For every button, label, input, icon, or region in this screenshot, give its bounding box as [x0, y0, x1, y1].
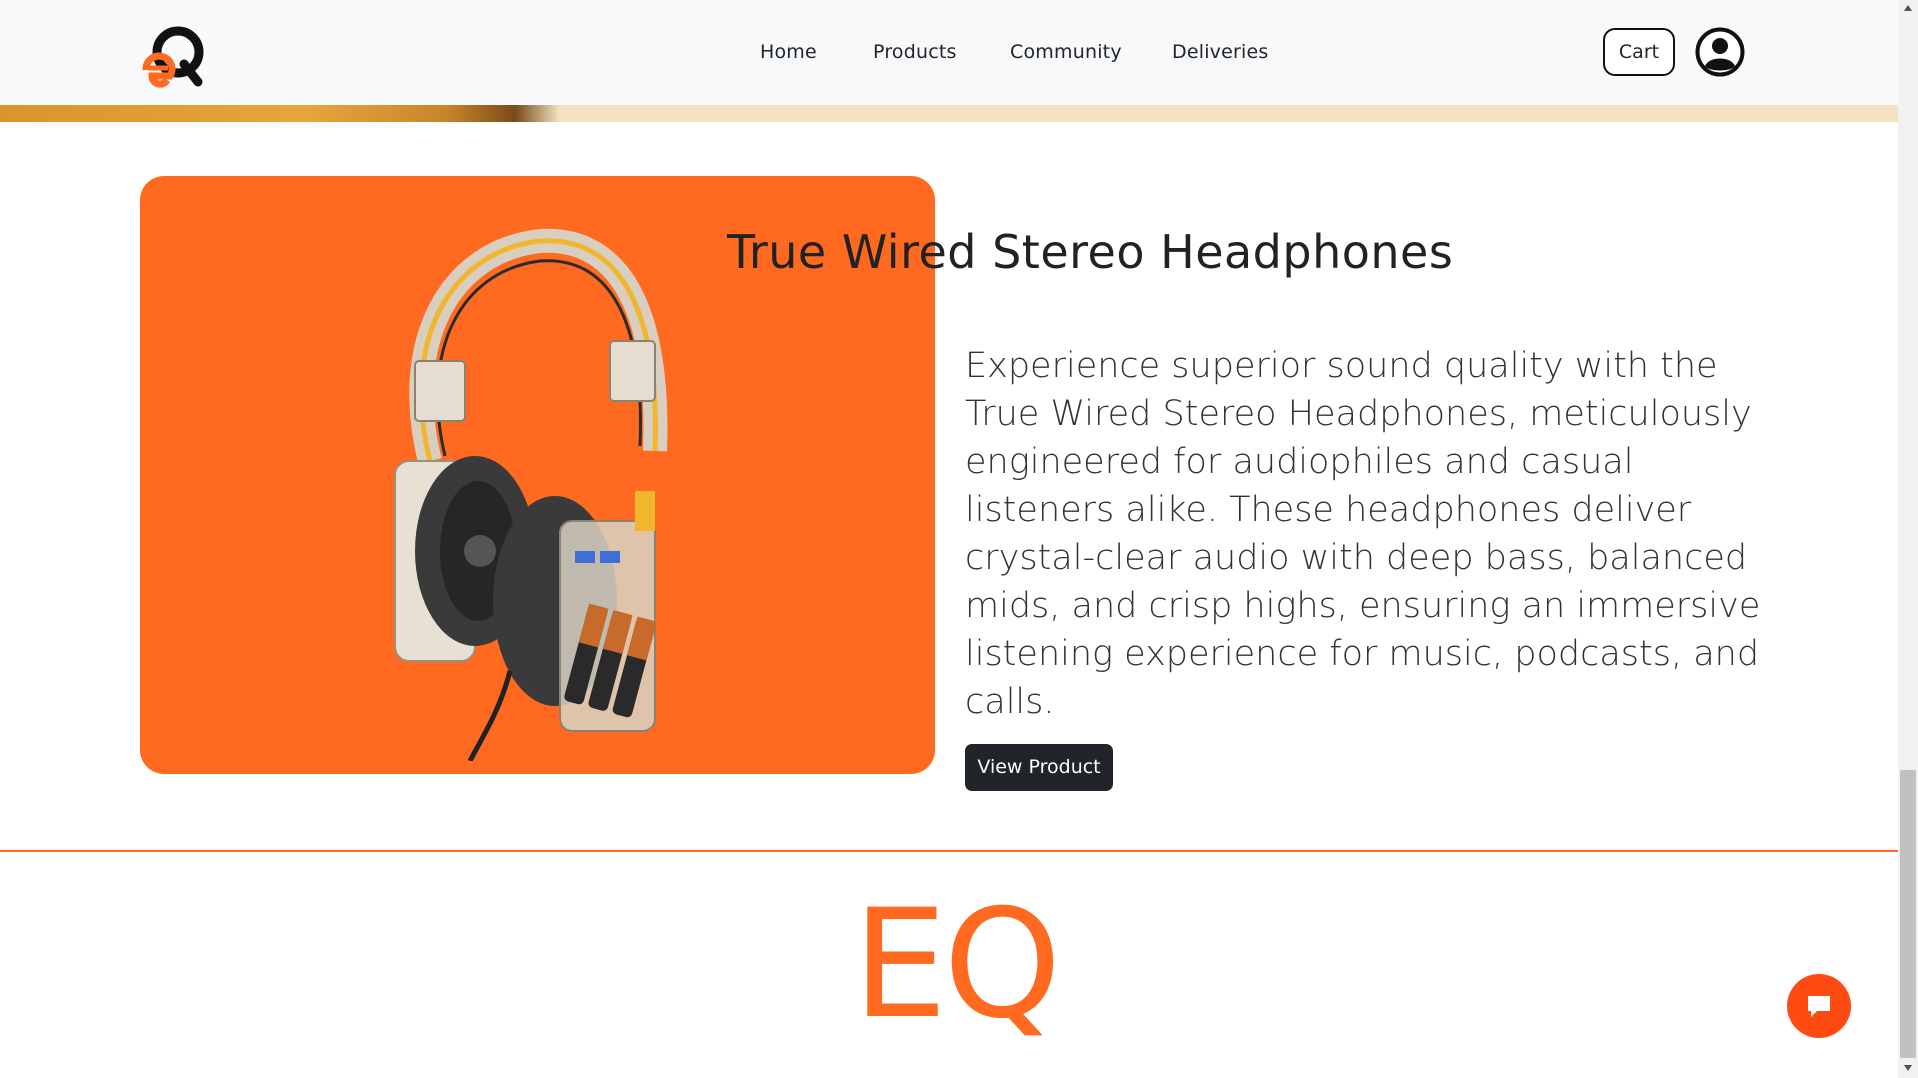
- view-product-button[interactable]: View Product: [965, 744, 1113, 791]
- chat-bubble-icon: [1808, 996, 1830, 1017]
- nav-link-deliveries[interactable]: Deliveries: [1172, 38, 1269, 66]
- footer-logo: EQ: [852, 878, 1062, 1052]
- product-title: True Wired Stereo Headphones: [727, 225, 1454, 279]
- nav-link-products[interactable]: Products: [873, 38, 957, 66]
- banner-image-edge: [0, 105, 560, 122]
- scroll-down-arrow-icon[interactable]: [1903, 1064, 1913, 1072]
- scroll-up-arrow-icon[interactable]: [1903, 4, 1913, 12]
- nav-link-home[interactable]: Home: [760, 38, 817, 66]
- chat-button[interactable]: [1787, 974, 1851, 1038]
- headphones-image: [394, 228, 668, 761]
- top-navbar: Home Products Community Deliveries Cart: [0, 0, 1898, 105]
- hero-banner-strip: [0, 105, 1898, 122]
- nav-link-community[interactable]: Community: [1010, 38, 1122, 66]
- footer-divider: [0, 850, 1898, 852]
- user-circle-icon[interactable]: [1695, 27, 1745, 77]
- product-description: Experience superior sound quality with t…: [965, 346, 1761, 722]
- cart-button[interactable]: Cart: [1603, 28, 1675, 76]
- scrollbar-thumb[interactable]: [1900, 770, 1916, 1058]
